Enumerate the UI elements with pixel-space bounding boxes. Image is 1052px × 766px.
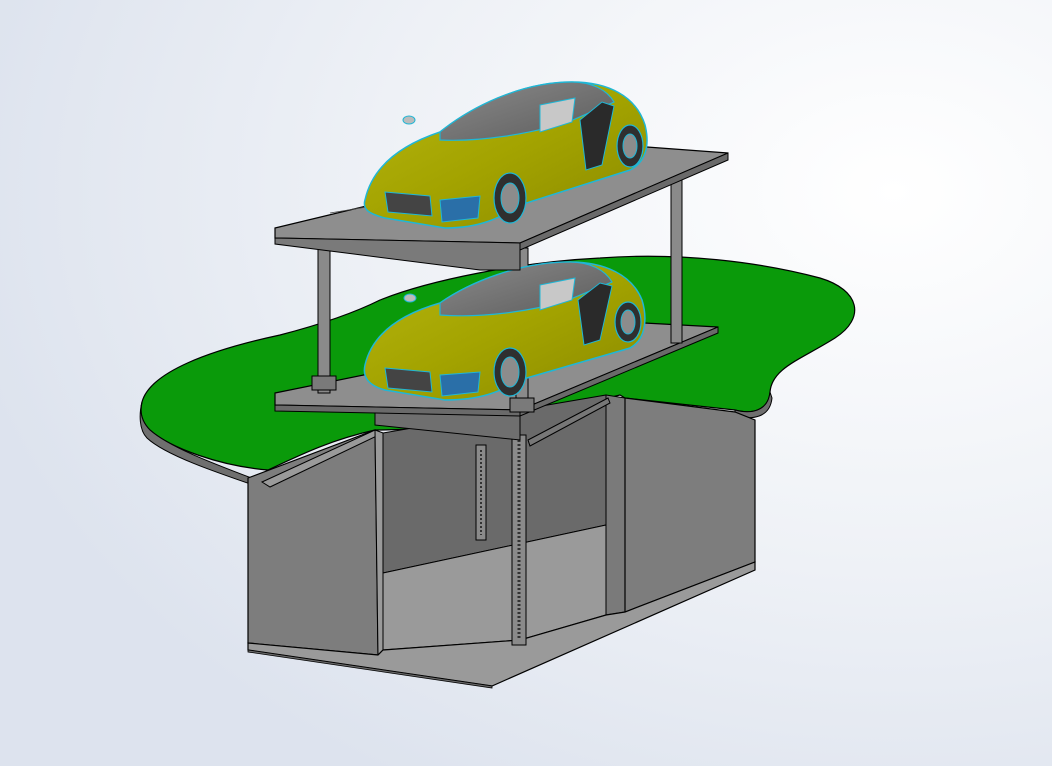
cad-render-scene bbox=[0, 0, 1052, 766]
parking-lift-illustration bbox=[0, 0, 1052, 766]
